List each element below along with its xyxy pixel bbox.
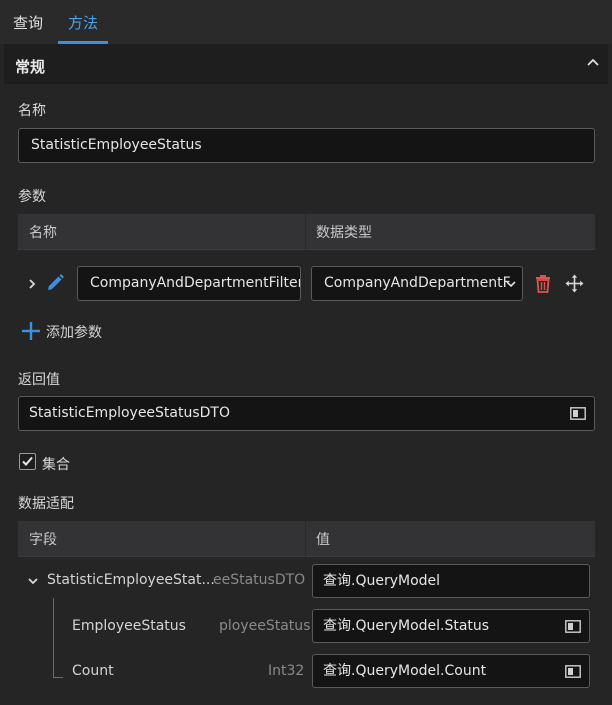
collection-checkbox[interactable] xyxy=(19,453,36,470)
add-param-label: 添加参数 xyxy=(46,325,102,341)
method-name-input[interactable]: StatisticEmployeeStatus xyxy=(18,128,595,163)
param-type-select[interactable]: CompanyAndDepartmentF xyxy=(311,266,523,301)
mapping-value-text: 查询.QueryModel.Count xyxy=(323,663,487,679)
chevron-down-icon xyxy=(506,281,516,288)
tab-method[interactable]: 方法 xyxy=(58,0,108,44)
mapping-field-name: Count xyxy=(72,663,114,679)
mapping-label: 数据适配 xyxy=(18,496,74,512)
param-name-input[interactable]: CompanyAndDepartmentFilter xyxy=(77,266,301,301)
mapping-field-name: StatisticEmployeeStat... xyxy=(47,572,215,588)
params-col-type: 数据类型 xyxy=(316,225,372,241)
mapping-col-field: 字段 xyxy=(29,532,57,548)
move-handle-icon[interactable] xyxy=(565,274,584,293)
mapping-field-name: EmployeeStatus xyxy=(72,618,186,634)
mapping-value-input[interactable]: 查询.QueryModel xyxy=(312,564,590,598)
mapping-field-type: Int32 xyxy=(268,663,305,679)
return-value-text: StatisticEmployeeStatusDTO xyxy=(29,405,231,421)
mapping-field-type: eeStatusDTO xyxy=(213,572,306,588)
column-divider xyxy=(305,521,306,557)
mapping-col-value: 值 xyxy=(316,532,330,548)
column-divider xyxy=(305,214,306,250)
trash-icon[interactable] xyxy=(534,274,552,293)
tab-query[interactable]: 查询 xyxy=(6,0,50,44)
mapping-grid-header: 字段 值 xyxy=(18,521,595,557)
tab-bar: 查询 方法 xyxy=(0,0,612,44)
params-grid-header: 名称 数据类型 xyxy=(18,214,595,250)
value-picker-icon[interactable] xyxy=(565,665,581,678)
mapping-value-input[interactable]: 查询.QueryModel.Status xyxy=(312,609,590,643)
params-label: 参数 xyxy=(18,189,46,205)
section-header-general[interactable]: 常规 xyxy=(4,44,608,84)
chevron-right-icon[interactable] xyxy=(27,278,37,290)
return-value-label: 返回值 xyxy=(18,372,60,388)
value-picker-icon[interactable] xyxy=(565,620,581,633)
param-type-value: CompanyAndDepartmentF xyxy=(324,275,511,291)
mapping-value-input[interactable]: 查询.QueryModel.Count xyxy=(312,654,590,688)
mapping-field-type: ployeeStatus xyxy=(219,618,311,634)
tree-connector xyxy=(53,677,63,678)
edit-pencil-icon[interactable] xyxy=(45,273,65,293)
chevron-down-icon[interactable] xyxy=(27,577,39,586)
section-title: 常规 xyxy=(15,58,46,76)
mapping-value-text: 查询.QueryModel.Status xyxy=(323,618,490,634)
name-label: 名称 xyxy=(18,103,46,119)
checkmark-icon xyxy=(22,456,33,466)
return-value-input[interactable]: StatisticEmployeeStatusDTO xyxy=(18,396,595,431)
chevron-up-icon[interactable] xyxy=(586,57,600,67)
collection-label: 集合 xyxy=(42,457,70,473)
plus-icon xyxy=(22,322,40,340)
type-picker-icon[interactable] xyxy=(570,407,586,420)
tree-connector xyxy=(53,598,54,677)
params-col-name: 名称 xyxy=(29,225,57,241)
